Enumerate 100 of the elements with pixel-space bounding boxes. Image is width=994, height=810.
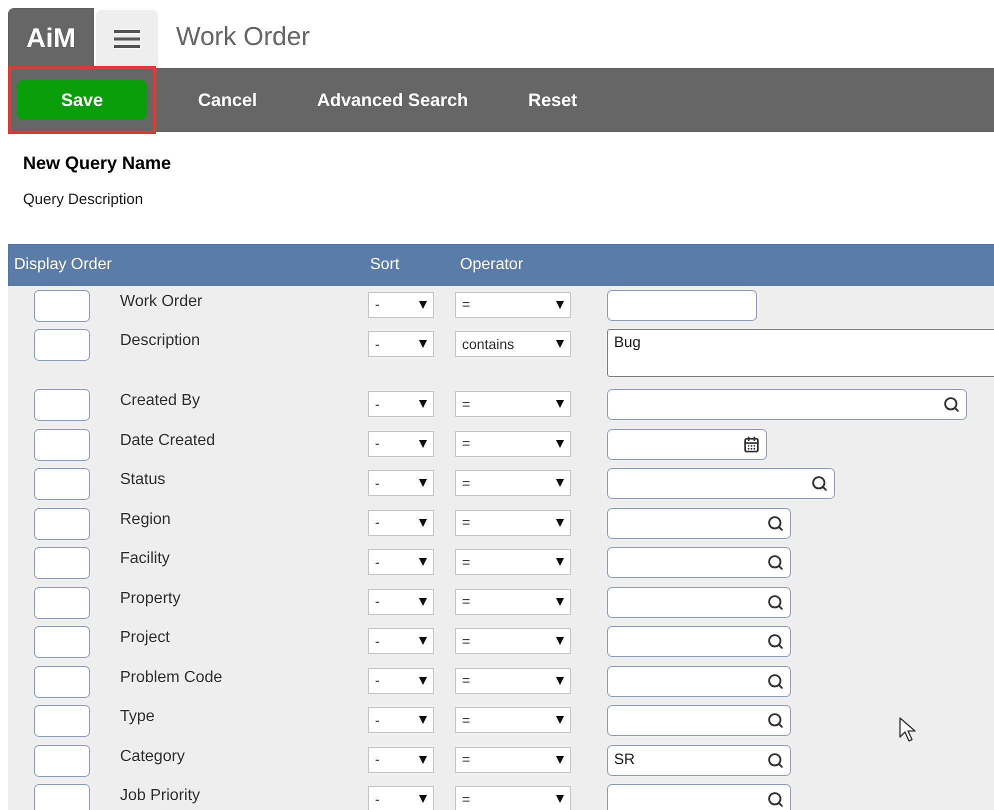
- operator-select[interactable]: =: [455, 707, 571, 733]
- dropdown-caret-icon: [419, 479, 427, 487]
- operator-select[interactable]: =: [455, 549, 571, 575]
- operator-select[interactable]: =: [455, 470, 571, 496]
- lookup-field[interactable]: [607, 508, 791, 538]
- dropdown-caret-icon: [556, 400, 564, 408]
- operator-select[interactable]: =: [455, 786, 571, 810]
- sort-select[interactable]: -: [368, 510, 434, 536]
- page-title: Work Order: [176, 20, 310, 53]
- lookup-field[interactable]: SR: [607, 744, 791, 776]
- sort-select[interactable]: -: [368, 746, 434, 772]
- operator-select[interactable]: contains: [455, 331, 571, 357]
- input-field[interactable]: [607, 290, 757, 320]
- dropdown-caret-icon: [419, 558, 427, 566]
- dropdown-caret-icon: [556, 440, 564, 448]
- lookup-field[interactable]: [607, 389, 967, 420]
- field-label: Category: [120, 746, 186, 766]
- operator-select[interactable]: =: [455, 391, 571, 417]
- dropdown-caret-icon: [419, 716, 427, 724]
- query-description: Query Description: [23, 190, 144, 210]
- lookup-field[interactable]: [607, 784, 791, 810]
- lookup-field[interactable]: [607, 705, 791, 736]
- dropdown-caret-icon: [419, 518, 427, 526]
- display-order-field[interactable]: [34, 428, 90, 460]
- operator-select[interactable]: =: [455, 628, 571, 654]
- dropdown-caret-icon: [556, 756, 564, 764]
- dropdown-caret-icon: [556, 340, 564, 348]
- display-order-field[interactable]: [34, 626, 90, 658]
- lookup-field[interactable]: [607, 666, 791, 696]
- display-order-field[interactable]: [34, 508, 90, 540]
- operator-select[interactable]: =: [455, 588, 571, 614]
- field-label: Type: [120, 707, 156, 727]
- search-icon: [767, 752, 784, 768]
- description-textarea[interactable]: Bug: [607, 329, 994, 377]
- dropdown-caret-icon: [419, 340, 427, 348]
- display-order-field[interactable]: [34, 586, 90, 618]
- display-order-field[interactable]: [34, 468, 90, 500]
- calendar-icon: [743, 436, 760, 452]
- operator-select[interactable]: =: [455, 292, 571, 318]
- display-order-field[interactable]: [34, 389, 90, 421]
- dropdown-caret-icon: [556, 518, 564, 526]
- display-order-field[interactable]: [34, 705, 90, 737]
- lookup-field[interactable]: [607, 428, 767, 460]
- sort-select[interactable]: -: [368, 628, 434, 654]
- save-button[interactable]: Save: [17, 80, 147, 120]
- search-icon: [767, 633, 784, 650]
- display-order-field[interactable]: [34, 290, 90, 322]
- search-icon: [767, 554, 784, 571]
- sort-select[interactable]: -: [368, 549, 434, 575]
- display-order-field[interactable]: [34, 666, 90, 698]
- operator-select[interactable]: =: [455, 746, 571, 772]
- field-label: Job Priority: [120, 786, 202, 806]
- lookup-field[interactable]: [607, 547, 791, 578]
- search-icon: [767, 672, 784, 690]
- field-label: Created By: [120, 391, 202, 411]
- sort-select[interactable]: -: [368, 588, 434, 614]
- dropdown-caret-icon: [419, 637, 427, 645]
- field-label: Property: [120, 588, 182, 608]
- search-icon: [943, 396, 960, 413]
- toolbar-button[interactable]: Reset: [498, 80, 608, 120]
- sort-select[interactable]: -: [368, 707, 434, 733]
- lookup-field[interactable]: [607, 468, 835, 499]
- dropdown-caret-icon: [419, 795, 427, 803]
- sort-select[interactable]: -: [368, 331, 434, 357]
- sort-select[interactable]: -: [368, 470, 434, 496]
- dropdown-caret-icon: [419, 300, 427, 308]
- operator-select[interactable]: =: [455, 668, 571, 694]
- display-order-field[interactable]: [34, 744, 90, 776]
- mouse-cursor-icon: [899, 717, 917, 743]
- column-header: Sort: [370, 254, 400, 274]
- search-icon: [811, 475, 828, 492]
- lookup-field[interactable]: [607, 626, 791, 657]
- dropdown-caret-icon: [419, 756, 427, 764]
- display-order-field[interactable]: [34, 784, 90, 810]
- display-order-field[interactable]: [34, 547, 90, 579]
- toolbar-button[interactable]: Advanced Search: [287, 80, 498, 120]
- sort-select[interactable]: -: [368, 668, 434, 694]
- sort-select[interactable]: -: [368, 292, 434, 318]
- field-label: Description: [120, 331, 202, 351]
- app-logo-tab[interactable]: AiM: [8, 8, 94, 68]
- sort-select[interactable]: -: [368, 430, 434, 456]
- toolbar-button[interactable]: Cancel: [168, 80, 288, 120]
- dropdown-caret-icon: [556, 300, 564, 308]
- operator-select[interactable]: =: [455, 510, 571, 536]
- sort-select[interactable]: -: [368, 391, 434, 417]
- field-label: Problem Code: [120, 668, 224, 688]
- field-label: Status: [120, 470, 166, 490]
- menu-icon: [114, 29, 140, 49]
- field-label: Region: [120, 510, 172, 530]
- search-icon: [767, 594, 784, 610]
- sort-select[interactable]: -: [368, 786, 434, 810]
- operator-select[interactable]: =: [455, 430, 571, 456]
- display-order-field[interactable]: [34, 329, 90, 361]
- dropdown-caret-icon: [419, 440, 427, 448]
- dropdown-caret-icon: [556, 598, 564, 606]
- menu-tab[interactable]: [96, 10, 158, 68]
- dropdown-caret-icon: [556, 676, 564, 684]
- field-label: Date Created: [120, 430, 216, 450]
- dropdown-caret-icon: [556, 716, 564, 724]
- lookup-field[interactable]: [607, 586, 791, 618]
